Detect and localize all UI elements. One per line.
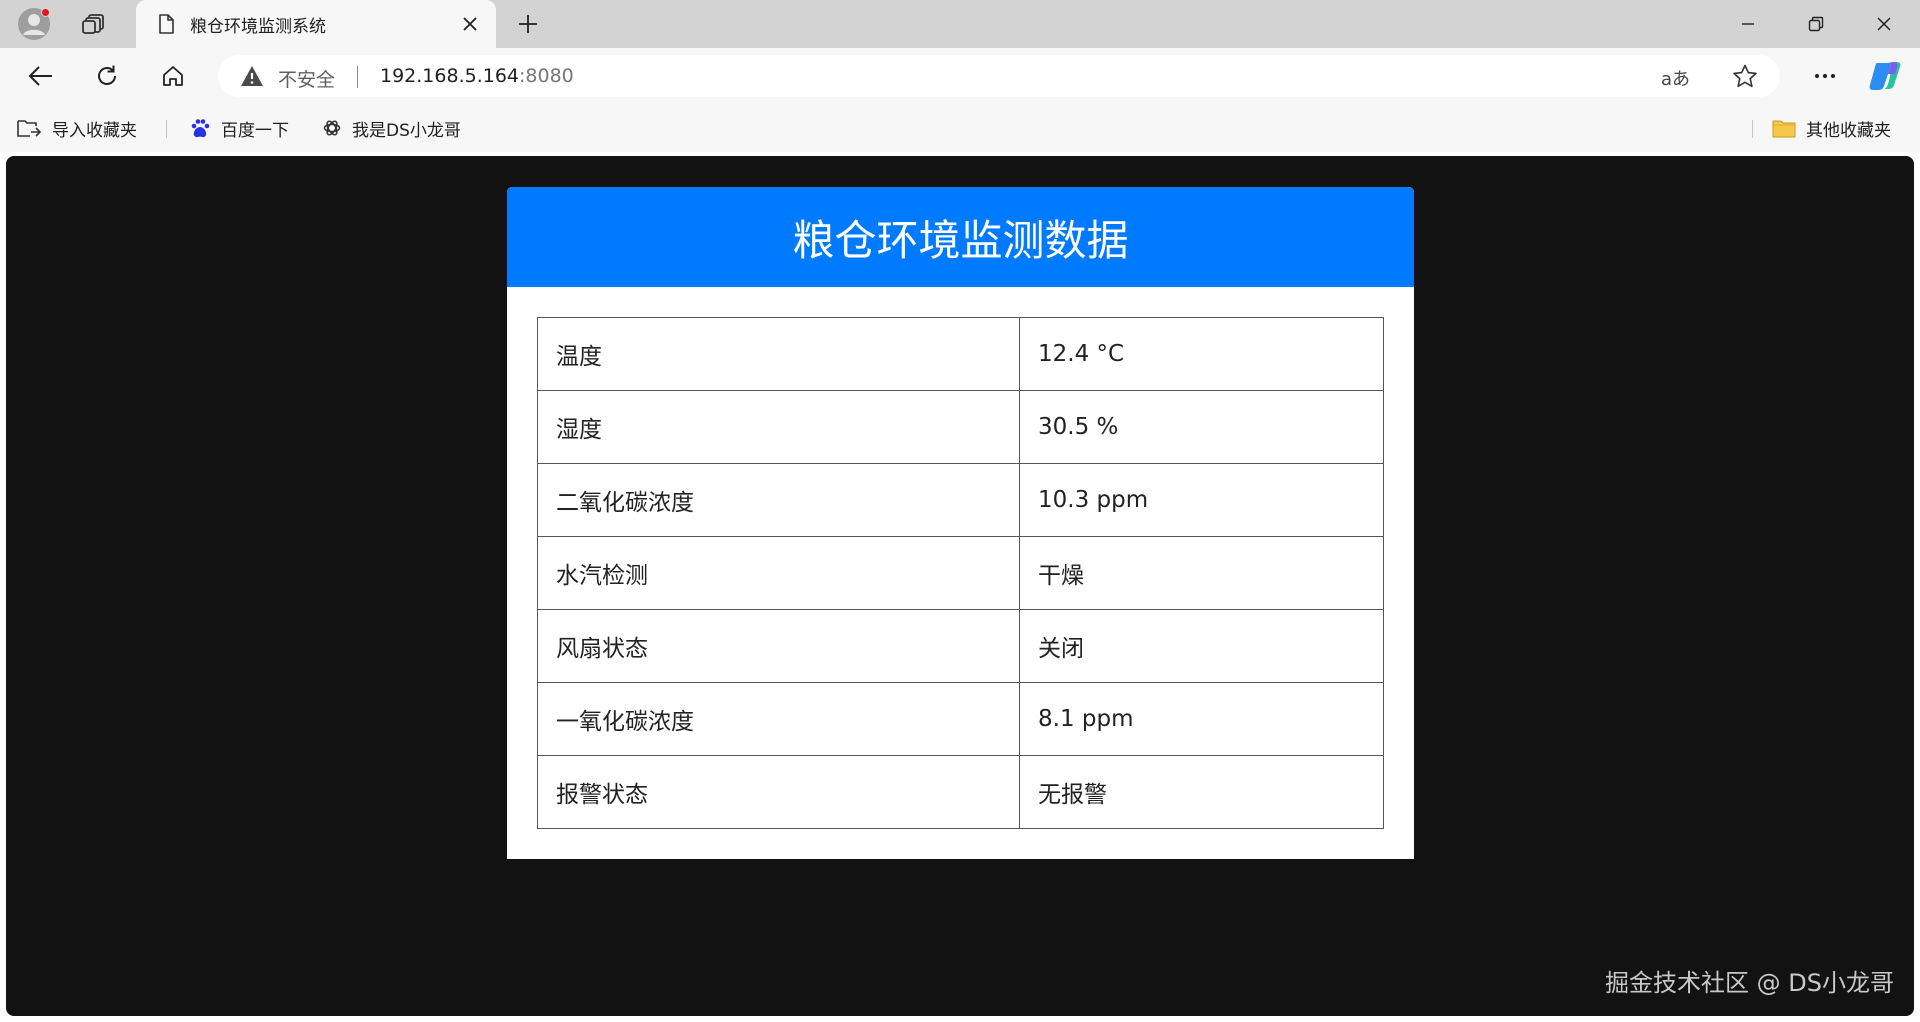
address-separator (357, 66, 358, 88)
row-value: 干燥 (1019, 536, 1384, 610)
back-arrow-icon (28, 66, 52, 86)
favorite-label: 导入收藏夹 (52, 120, 137, 141)
table-row: 报警状态 无报警 (537, 755, 1384, 829)
row-value: 30.5 % (1019, 390, 1384, 464)
restore-button[interactable] (1782, 0, 1850, 48)
card-header: 粮仓环境监测数据 (507, 187, 1414, 287)
settings-more-button[interactable] (1806, 58, 1844, 94)
favorite-label: 百度一下 (221, 120, 289, 141)
url-host: 192.168.5.164 (380, 65, 520, 87)
restore-icon (1808, 16, 1824, 32)
favorite-item-ds[interactable]: 我是DS小龙哥 (322, 114, 461, 142)
row-value: 8.1 ppm (1019, 682, 1384, 756)
table-row: 水汽检测 干燥 (537, 536, 1384, 610)
address-bar[interactable]: 不安全 192.168.5.164:8080 aあ (218, 55, 1780, 97)
url-port: :8080 (519, 65, 574, 87)
other-favorites-folder[interactable]: 其他收藏夹 (1772, 114, 1891, 142)
row-value: 10.3 ppm (1019, 463, 1384, 537)
table-row: 风扇状态 关闭 (537, 609, 1384, 683)
profile-button[interactable] (16, 6, 52, 42)
copilot-button[interactable] (1866, 58, 1904, 94)
row-label: 温度 (537, 317, 1020, 391)
tab-strip: 粮仓环境监测系统 (0, 0, 1920, 48)
refresh-icon (98, 65, 116, 85)
tab-title: 粮仓环境监测系统 (190, 16, 326, 37)
row-label: 报警状态 (537, 755, 1020, 829)
warning-icon[interactable] (240, 65, 264, 92)
table-row: 湿度 30.5 % (537, 390, 1384, 464)
close-icon (1877, 17, 1891, 31)
table-row: 一氧化碳浓度 8.1 ppm (537, 682, 1384, 756)
add-favorite-star-icon[interactable] (1732, 64, 1758, 93)
plus-icon (519, 15, 537, 33)
security-label[interactable]: 不安全 (278, 65, 335, 92)
minimize-icon (1742, 23, 1754, 25)
other-favorites-label: 其他收藏夹 (1806, 120, 1891, 141)
row-label: 二氧化碳浓度 (537, 463, 1020, 537)
page-viewport: 粮仓环境监测数据 温度 12.4 °C 湿度 30.5 % 二氧化碳浓度 10.3 ppm… (6, 156, 1914, 1016)
notification-dot (41, 8, 50, 17)
row-label: 风扇状态 (537, 609, 1020, 683)
home-button[interactable] (154, 58, 192, 94)
row-value: 关闭 (1019, 609, 1384, 683)
more-dots-icon (1815, 74, 1835, 78)
page-title: 粮仓环境监测数据 (792, 215, 1129, 265)
favorites-divider (166, 120, 167, 138)
openai-icon (322, 118, 342, 138)
import-favorites-icon (16, 117, 42, 139)
row-label: 一氧化碳浓度 (537, 682, 1020, 756)
favorite-label: 我是DS小龙哥 (352, 120, 461, 141)
home-icon (163, 66, 183, 86)
monitoring-table: 温度 12.4 °C 湿度 30.5 % 二氧化碳浓度 10.3 ppm 水汽检测 干燥 风扇状… (537, 317, 1384, 829)
table-row: 二氧化碳浓度 10.3 ppm (537, 463, 1384, 537)
page-icon (156, 13, 176, 35)
monitoring-card: 粮仓环境监测数据 温度 12.4 °C 湿度 30.5 % 二氧化碳浓度 10.3 ppm… (507, 187, 1414, 859)
favorites-bar: 导入收藏夹 百度一下 我是DS小龙哥 其他收藏夹 (0, 104, 1920, 152)
read-aloud-button[interactable]: aあ (1661, 65, 1690, 91)
favorites-divider (1752, 120, 1753, 138)
row-value: 12.4 °C (1019, 317, 1384, 391)
refresh-button[interactable] (88, 58, 126, 94)
favorite-item-baidu[interactable]: 百度一下 (189, 114, 289, 142)
tab-close-button[interactable] (458, 12, 482, 36)
copilot-icon (1869, 62, 1901, 90)
row-value: 无报警 (1019, 755, 1384, 829)
new-tab-button[interactable] (512, 8, 544, 40)
table-row: 温度 12.4 °C (537, 317, 1384, 391)
back-button[interactable] (22, 58, 60, 94)
minimize-button[interactable] (1714, 0, 1782, 48)
baidu-paw-icon (189, 117, 211, 139)
close-window-button[interactable] (1850, 0, 1918, 48)
active-tab[interactable]: 粮仓环境监测系统 (136, 0, 496, 48)
watermark: 掘金技术社区 @ DS小龙哥 (1605, 969, 1894, 997)
favorite-item-import[interactable]: 导入收藏夹 (16, 114, 137, 142)
close-icon (463, 17, 477, 31)
row-label: 水汽检测 (537, 536, 1020, 610)
folder-icon (1772, 118, 1796, 138)
url-text[interactable]: 192.168.5.164:8080 (380, 65, 574, 87)
navigation-toolbar: 不安全 192.168.5.164:8080 aあ (0, 48, 1920, 104)
collections-icon (82, 14, 104, 34)
row-label: 湿度 (537, 390, 1020, 464)
tab-actions-button[interactable] (76, 9, 110, 39)
